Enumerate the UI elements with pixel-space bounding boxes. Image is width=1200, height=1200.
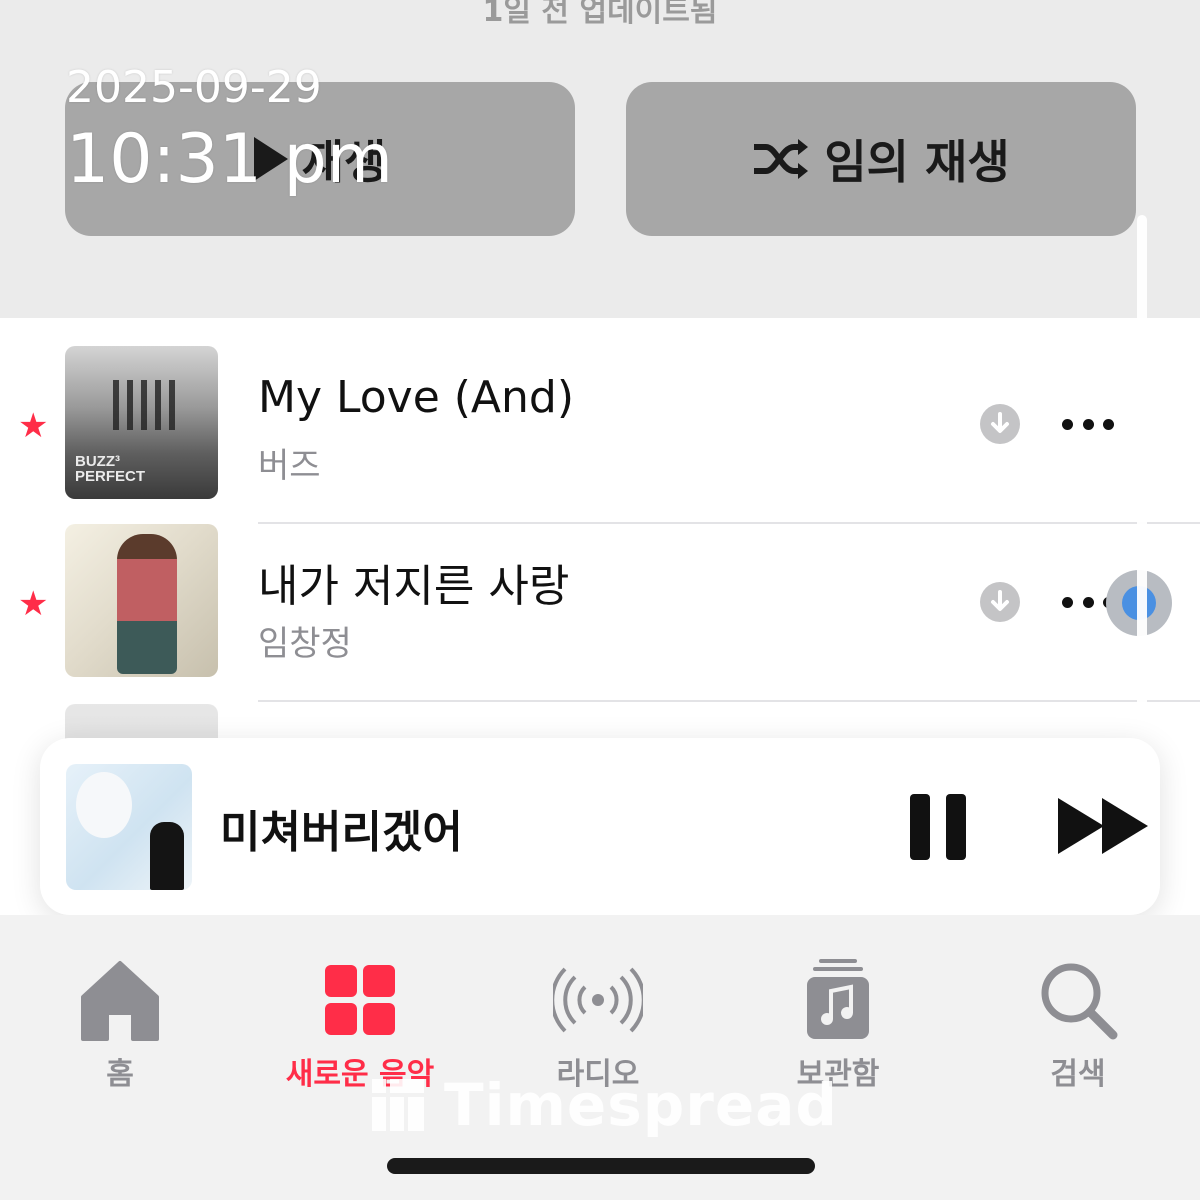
album-artwork: [65, 524, 218, 677]
home-indicator[interactable]: [387, 1158, 815, 1174]
search-icon: [1041, 963, 1118, 1040]
more-options-icon[interactable]: [1062, 404, 1114, 444]
shuffle-icon: [752, 137, 810, 181]
now-playing-artwork: [66, 764, 192, 890]
shuffle-label: 임의 재생: [824, 135, 1010, 189]
home-icon: [81, 961, 159, 1041]
tab-label: 검색: [1050, 1057, 1106, 1092]
timestamp-overlay: 2025-09-29 10:31 pm: [66, 66, 393, 194]
track-artist: 임창정: [258, 624, 352, 664]
now-playing-title: 미쳐버리겠어: [220, 807, 463, 858]
download-icon[interactable]: [980, 582, 1020, 622]
playlist-header: 1일 전 업데이트됨 재생 임의 재생 2025-09-29 10:31 pm: [0, 0, 1200, 318]
timestamp-time: 10:31 pm: [66, 120, 393, 199]
shuffle-button[interactable]: 임의 재생: [626, 82, 1136, 236]
radio-icon: [553, 967, 643, 1033]
watermark: Timespread: [370, 1070, 840, 1140]
tab-home[interactable]: 홈: [20, 955, 220, 1095]
watermark-logo-icon: [372, 1079, 424, 1131]
track-title: My Love (And): [258, 372, 574, 423]
track-title: 내가 저지른 사랑: [258, 561, 570, 612]
fast-forward-button[interactable]: [1056, 796, 1152, 856]
download-icon[interactable]: [980, 404, 1020, 444]
track-row[interactable]: ★ BUZZ³ PERFECT My Love (And) 버즈: [0, 346, 1200, 524]
tab-search[interactable]: 검색: [978, 955, 1178, 1095]
tab-label: 홈: [106, 1057, 134, 1092]
mini-player[interactable]: 미쳐버리겠어: [40, 738, 1160, 915]
divider: [258, 700, 1200, 702]
favorite-star-icon: ★: [18, 406, 49, 446]
library-icon: [807, 959, 869, 1039]
watermark-text: Timespread: [444, 1071, 838, 1139]
pause-button[interactable]: [910, 794, 966, 860]
timestamp-date: 2025-09-29: [66, 62, 322, 113]
track-row[interactable]: ★ 내가 저지른 사랑 임창정: [0, 524, 1200, 702]
favorite-star-icon: ★: [18, 584, 49, 624]
grid-icon: [325, 965, 395, 1035]
updated-text: 1일 전 업데이트됨: [482, 0, 718, 29]
track-artist: 버즈: [258, 446, 321, 486]
album-artwork: BUZZ³ PERFECT: [65, 346, 218, 499]
